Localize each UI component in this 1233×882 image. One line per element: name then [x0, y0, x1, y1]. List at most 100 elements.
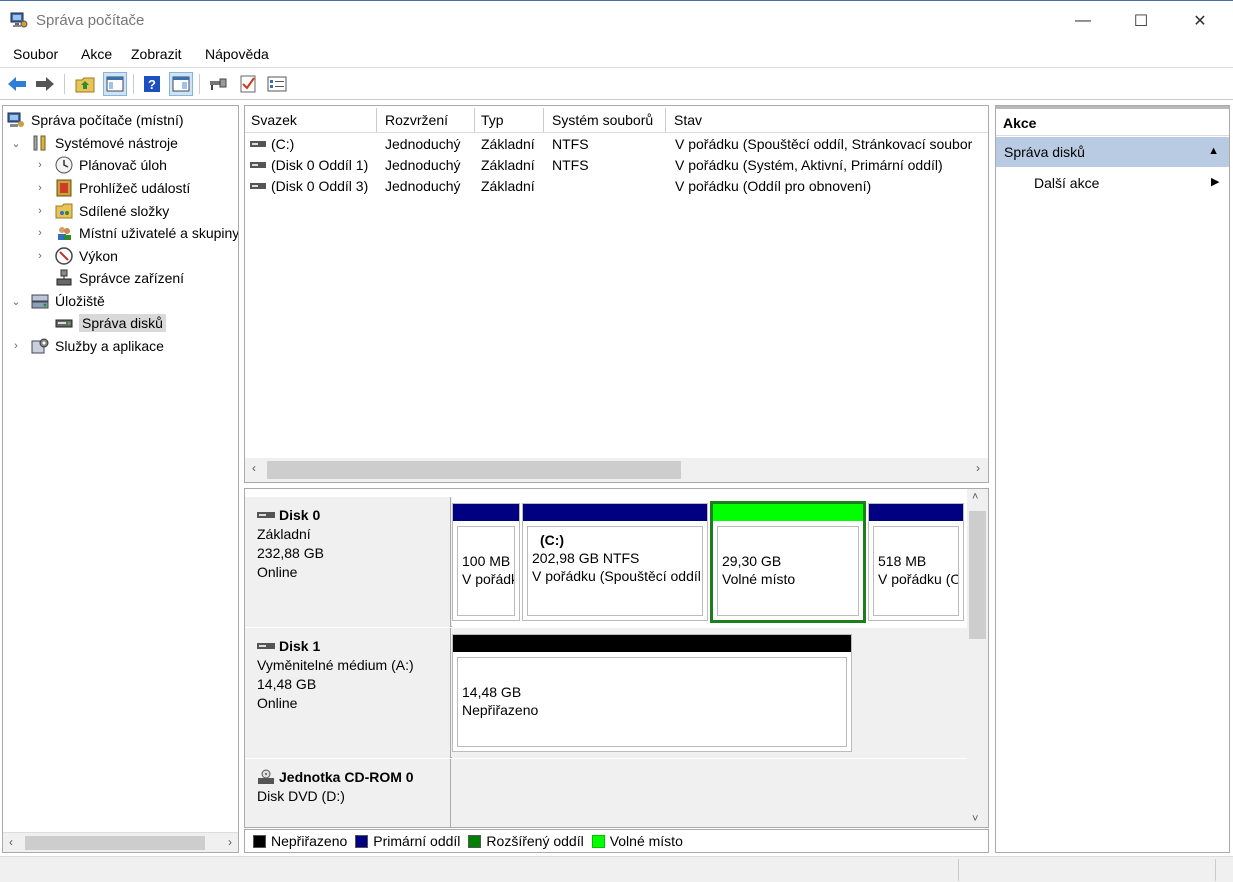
menu-akce[interactable]: Akce: [81, 46, 112, 62]
partition-block-selected[interactable]: 29,30 GB Volné místo: [710, 501, 866, 623]
expand-icon[interactable]: ⌄: [9, 137, 23, 150]
menu-zobrazit[interactable]: Zobrazit: [131, 46, 182, 62]
computer-management-icon: [10, 12, 28, 28]
tree-item-performance[interactable]: › Výkon: [33, 245, 118, 267]
legend-item: Rozšířený oddíl: [468, 833, 584, 849]
disk-row[interactable]: Disk 1 Vyměnitelné médium (A:) 14,48 GB …: [245, 628, 967, 758]
partition-block[interactable]: 518 MB V pořádku (Oddíl pro obnovení): [868, 503, 964, 621]
expand-icon[interactable]: ›: [9, 340, 23, 352]
legend-item: Volné místo: [591, 833, 683, 849]
expand-icon[interactable]: ›: [33, 227, 47, 239]
disk-label[interactable]: Disk 0 Základní 232,88 GB Online: [245, 497, 451, 627]
minimize-button[interactable]: —: [1054, 1, 1112, 41]
drive-icon: [250, 183, 266, 189]
scroll-right-icon[interactable]: ›: [976, 461, 980, 475]
close-button[interactable]: ✕: [1171, 1, 1229, 41]
expand-icon[interactable]: ⌄: [9, 295, 23, 308]
properties-button[interactable]: [169, 72, 193, 96]
settings-list-button[interactable]: [265, 72, 289, 96]
expand-icon[interactable]: ›: [33, 159, 47, 171]
scroll-left-icon[interactable]: ‹: [252, 461, 256, 475]
scroll-left-icon[interactable]: ‹: [9, 835, 13, 849]
scroll-thumb[interactable]: [969, 511, 986, 639]
scroll-thumb[interactable]: [25, 836, 205, 850]
expand-icon[interactable]: ›: [33, 182, 47, 194]
up-folder-icon: [75, 77, 95, 93]
back-button[interactable]: [5, 72, 29, 96]
table-row[interactable]: (Disk 0 Oddíl 1) Jednoduchý Základní NTF…: [245, 155, 988, 176]
expand-icon[interactable]: ›: [33, 205, 47, 217]
disk-row[interactable]: Disk 0 Základní 232,88 GB Online 100 MB …: [245, 497, 967, 627]
forward-arrow-icon: [36, 77, 54, 91]
disk-label[interactable]: Jednotka CD-ROM 0 Disk DVD (D:): [245, 759, 451, 827]
scroll-down-icon[interactable]: ˅: [972, 813, 978, 825]
tree-item-device-manager[interactable]: Správce zařízení: [47, 267, 184, 289]
up-level-button[interactable]: [73, 72, 97, 96]
show-hide-tree-button[interactable]: [103, 72, 127, 96]
volume-horizontal-scrollbar[interactable]: ‹ ›: [245, 458, 988, 482]
column-header-typ[interactable]: Typ: [475, 108, 544, 132]
tree-item-computer-management[interactable]: Správa počítače (místní): [7, 109, 184, 131]
disk-row[interactable]: Jednotka CD-ROM 0 Disk DVD (D:): [245, 759, 967, 827]
tree-horizontal-scrollbar[interactable]: ‹ ›: [3, 832, 238, 852]
computer-management-icon: [7, 112, 24, 127]
cell-stav: V pořádku (Systém, Aktivní, Primární odd…: [675, 157, 943, 173]
toolbar: ?: [0, 68, 1233, 100]
expand-icon[interactable]: ›: [33, 250, 47, 262]
cell-typ: Základní: [481, 178, 535, 194]
partition-block[interactable]: 14,48 GB Nepřiřazeno: [452, 634, 852, 752]
cell-rozvrzeni: Jednoduchý: [385, 178, 461, 194]
check-button[interactable]: [236, 72, 260, 96]
tree-item-disk-management[interactable]: Správa disků: [47, 312, 166, 334]
table-row[interactable]: (C:) Jednoduchý Základní NTFS V pořádku …: [245, 134, 988, 155]
legend-swatch: [355, 834, 369, 848]
forward-button[interactable]: [33, 72, 57, 96]
tree-item-event-viewer[interactable]: › Prohlížeč událostí: [33, 177, 190, 199]
minimize-icon: —: [1075, 12, 1091, 29]
tree-item-local-users-groups[interactable]: › Místní uživatelé a skupiny: [33, 222, 238, 244]
scroll-up-icon[interactable]: ˄: [972, 491, 978, 503]
scroll-right-icon[interactable]: ›: [228, 835, 232, 849]
legend-swatch: [253, 834, 266, 848]
legend-swatch: [468, 834, 482, 848]
disk-label[interactable]: Disk 1 Vyměnitelné médium (A:) 14,48 GB …: [245, 628, 451, 758]
tree-item-storage[interactable]: ⌄ Úložiště: [9, 290, 104, 312]
tree-item-shared-folders[interactable]: › Sdílené složky: [33, 200, 169, 222]
cell-stav: V pořádku (Oddíl pro obnovení): [675, 178, 872, 194]
collapse-up-icon[interactable]: ▲: [1208, 145, 1219, 157]
actions-section-disk-management[interactable]: Správa disků ▲: [996, 137, 1229, 167]
disk-name: Disk 0: [279, 507, 321, 523]
table-row[interactable]: (Disk 0 Oddíl 3) Jednoduchý Základní V p…: [245, 176, 988, 197]
column-header-system-souboru[interactable]: Systém souborů: [546, 108, 666, 132]
menu-soubor[interactable]: Soubor: [13, 46, 58, 62]
column-header-rozvrzeni[interactable]: Rozvržení: [379, 108, 475, 132]
partition-block[interactable]: (C:) 202,98 GB NTFS V pořádku (Spouštěcí…: [522, 503, 708, 621]
partition-status: V pořádku (Oddíl pro obnovení): [878, 571, 958, 587]
toolbar-separator: [64, 74, 65, 94]
menu-napoveda[interactable]: Nápověda: [205, 46, 269, 62]
legend-label: Rozšířený oddíl: [486, 833, 584, 849]
column-header-svazek[interactable]: Svazek: [245, 108, 377, 132]
scroll-thumb[interactable]: [267, 461, 681, 479]
help-icon: ?: [144, 76, 160, 92]
tree-item-label: Správa disků: [79, 314, 166, 332]
more-actions-item[interactable]: Další akce: [1034, 175, 1099, 191]
column-header-stav[interactable]: Stav: [668, 108, 988, 132]
submenu-arrow-icon[interactable]: ▶: [1211, 175, 1219, 188]
svg-text:?: ?: [148, 77, 156, 92]
tree-item-system-tools[interactable]: ⌄ Systémové nástroje: [9, 132, 178, 154]
help-button[interactable]: ?: [140, 72, 164, 96]
tree-item-task-scheduler[interactable]: › Plánovač úloh: [33, 154, 167, 176]
maximize-button[interactable]: ☐: [1112, 1, 1170, 41]
tree-item-services-apps[interactable]: › Služby a aplikace: [9, 335, 164, 357]
partition-type-bar: [523, 504, 707, 521]
disk-icon: [257, 512, 275, 518]
connect-button[interactable]: [206, 72, 230, 96]
partition-title: (C:): [540, 532, 565, 548]
drive-icon: [250, 141, 266, 147]
tools-icon: [33, 135, 46, 151]
disk-size: 14,48 GB: [257, 676, 317, 692]
disk-vertical-scrollbar[interactable]: ˄ ˅: [967, 489, 988, 827]
partition-block[interactable]: 100 MB V pořádku (Systém, Aktivní, Primá…: [452, 503, 520, 621]
partition-status: Volné místo: [722, 571, 796, 587]
